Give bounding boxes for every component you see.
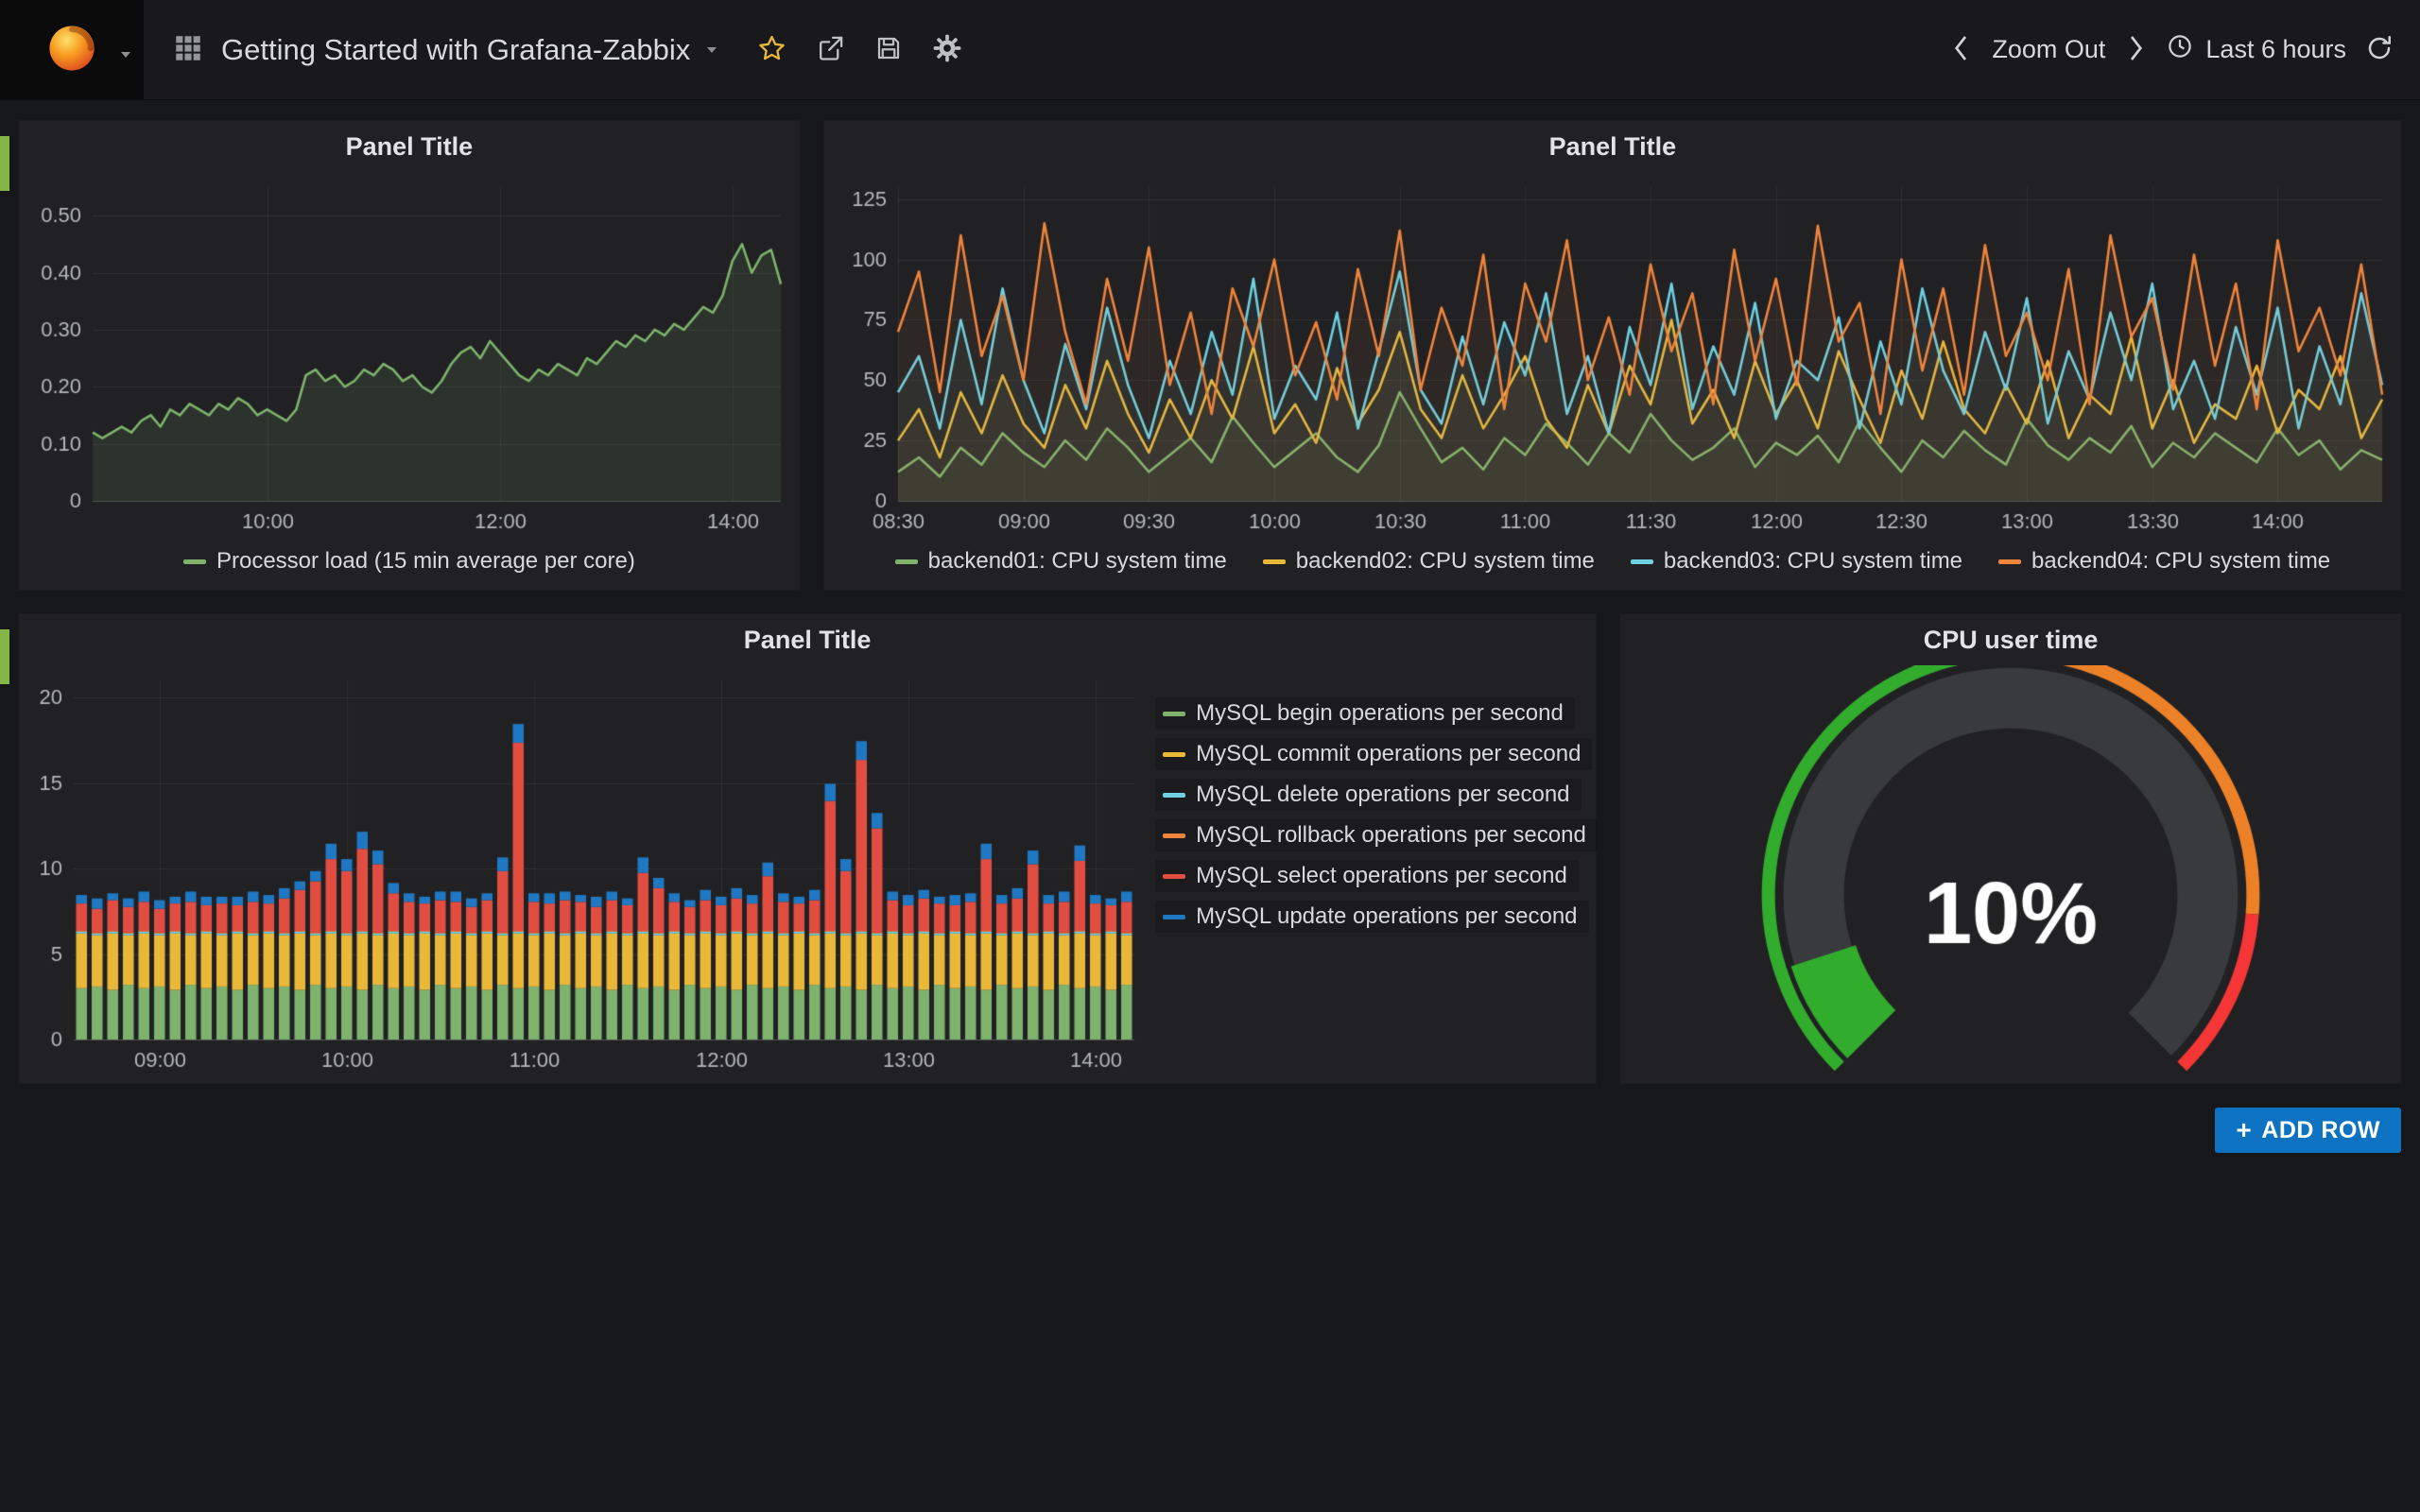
cpu-user-time-gauge[interactable]: [1620, 665, 2401, 1083]
save-button[interactable]: [862, 0, 915, 100]
legend-item[interactable]: MySQL begin operations per second: [1155, 697, 1575, 730]
processor-load-line-chart[interactable]: [19, 172, 800, 544]
grafana-menu-button[interactable]: [0, 0, 144, 99]
chart-area: MySQL begin operations per second MySQL c…: [19, 665, 1596, 1083]
dashboard-row-2: Panel Title MySQL begin operations per s…: [19, 614, 2401, 1083]
caret-down-icon: [121, 52, 130, 58]
legend-label: MySQL commit operations per second: [1196, 741, 1581, 767]
save-icon: [874, 34, 903, 65]
series-color-marker: [183, 559, 206, 564]
refresh-icon: [2365, 34, 2394, 65]
legend-label: backend02: CPU system time: [1296, 548, 1595, 575]
series-color-marker: [1163, 915, 1185, 919]
legend-item[interactable]: MySQL update operations per second: [1155, 901, 1588, 933]
chart-area: [19, 172, 800, 544]
legend-label: MySQL update operations per second: [1196, 903, 1577, 930]
time-range-label: Last 6 hours: [2205, 35, 2346, 64]
add-row-line: + ADD ROW: [19, 1108, 2401, 1153]
star-button[interactable]: [745, 0, 798, 100]
chart-legend: backend01: CPU system time backend02: CPU…: [824, 544, 2401, 590]
legend-item[interactable]: MySQL delete operations per second: [1155, 779, 1581, 811]
settings-button[interactable]: [921, 0, 974, 100]
dashboard-picker[interactable]: Getting Started with Grafana-Zabbix: [144, 0, 745, 99]
dashboard-actions: [745, 0, 974, 99]
add-row-label: ADD ROW: [2261, 1117, 2380, 1144]
cpu-system-time-line-chart[interactable]: [824, 172, 2401, 544]
legend-item[interactable]: backend03: CPU system time: [1631, 548, 1962, 575]
panel-title[interactable]: Panel Title: [744, 626, 872, 655]
dashboard: Panel Title Processor load (15 min avera…: [0, 100, 2420, 1153]
legend-item[interactable]: backend02: CPU system time: [1263, 548, 1595, 575]
panel-title[interactable]: Panel Title: [346, 132, 474, 162]
legend-item[interactable]: MySQL select operations per second: [1155, 860, 1579, 892]
time-forward-button[interactable]: [2122, 33, 2149, 66]
gear-icon: [932, 33, 962, 66]
series-color-marker: [1163, 874, 1185, 879]
legend-label: backend04: CPU system time: [2031, 548, 2330, 575]
plus-icon: +: [2236, 1115, 2252, 1145]
row-collapse-handle[interactable]: [0, 136, 9, 191]
series-color-marker: [895, 559, 918, 564]
panel-header: Panel Title: [19, 121, 800, 172]
grid-icon: [172, 32, 204, 67]
panel-title[interactable]: CPU user time: [1924, 626, 2099, 655]
mysql-operations-bar-chart[interactable]: [19, 665, 1151, 1083]
series-color-marker: [1163, 712, 1185, 716]
clock-icon: [2166, 32, 2194, 67]
chevron-right-icon: [2124, 33, 2147, 66]
row-collapse-handle[interactable]: [0, 629, 9, 684]
series-color-marker: [1163, 833, 1185, 838]
series-color-marker: [1163, 752, 1185, 757]
legend-label: backend03: CPU system time: [1664, 548, 1962, 575]
panel-processor-load: Panel Title Processor load (15 min avera…: [19, 121, 800, 590]
zoom-out-button[interactable]: Zoom Out: [1988, 35, 2109, 64]
series-color-marker: [1163, 793, 1185, 798]
legend-item[interactable]: backend04: CPU system time: [1998, 548, 2330, 575]
legend-label: backend01: CPU system time: [928, 548, 1227, 575]
star-icon: [756, 33, 787, 67]
dashboard-title: Getting Started with Grafana-Zabbix: [221, 33, 690, 67]
chart-legend: MySQL begin operations per second MySQL c…: [1151, 665, 1596, 1083]
time-controls: Zoom Out Last 6 hours: [1948, 0, 2420, 99]
time-back-button[interactable]: [1948, 33, 1975, 66]
chevron-left-icon: [1950, 33, 1973, 66]
share-button[interactable]: [804, 0, 856, 100]
add-row-button[interactable]: + ADD ROW: [2215, 1108, 2401, 1153]
legend-label: MySQL delete operations per second: [1196, 782, 1569, 808]
panel-header: CPU user time: [1620, 614, 2401, 665]
panel-cpu-user-time: CPU user time: [1620, 614, 2401, 1083]
chart-legend: Processor load (15 min average per core): [19, 544, 800, 590]
legend-item[interactable]: MySQL rollback operations per second: [1155, 819, 1598, 851]
caret-down-icon: [707, 47, 717, 53]
panel-cpu-system-time: Panel Title backend01: CPU system timeba…: [824, 121, 2401, 590]
legend-item[interactable]: backend01: CPU system time: [895, 548, 1227, 575]
chart-area: [824, 172, 2401, 544]
panel-title[interactable]: Panel Title: [1549, 132, 1677, 162]
series-color-marker: [1631, 559, 1653, 564]
legend-label: MySQL select operations per second: [1196, 863, 1567, 889]
gauge-area: [1620, 665, 2401, 1083]
time-range-button[interactable]: Last 6 hours: [2162, 32, 2350, 67]
bar-chart-wrap: [19, 665, 1151, 1083]
series-color-marker: [1263, 559, 1286, 564]
panel-header: Panel Title: [824, 121, 2401, 172]
panel-header: Panel Title: [19, 614, 1596, 665]
share-icon: [816, 34, 845, 66]
legend-item[interactable]: MySQL commit operations per second: [1155, 738, 1592, 770]
legend-label: MySQL begin operations per second: [1196, 700, 1564, 727]
legend-item[interactable]: Processor load (15 min average per core): [183, 548, 635, 575]
series-color-marker: [1998, 559, 2021, 564]
dashboard-row-1: Panel Title Processor load (15 min avera…: [19, 121, 2401, 590]
panel-mysql-operations: Panel Title MySQL begin operations per s…: [19, 614, 1596, 1083]
legend-label: Processor load (15 min average per core): [216, 548, 635, 575]
navbar: Getting Started with Grafana-Zabbix: [0, 0, 2420, 100]
legend-label: MySQL rollback operations per second: [1196, 822, 1586, 849]
refresh-button[interactable]: [2363, 34, 2395, 65]
grafana-logo-icon: [44, 21, 99, 78]
